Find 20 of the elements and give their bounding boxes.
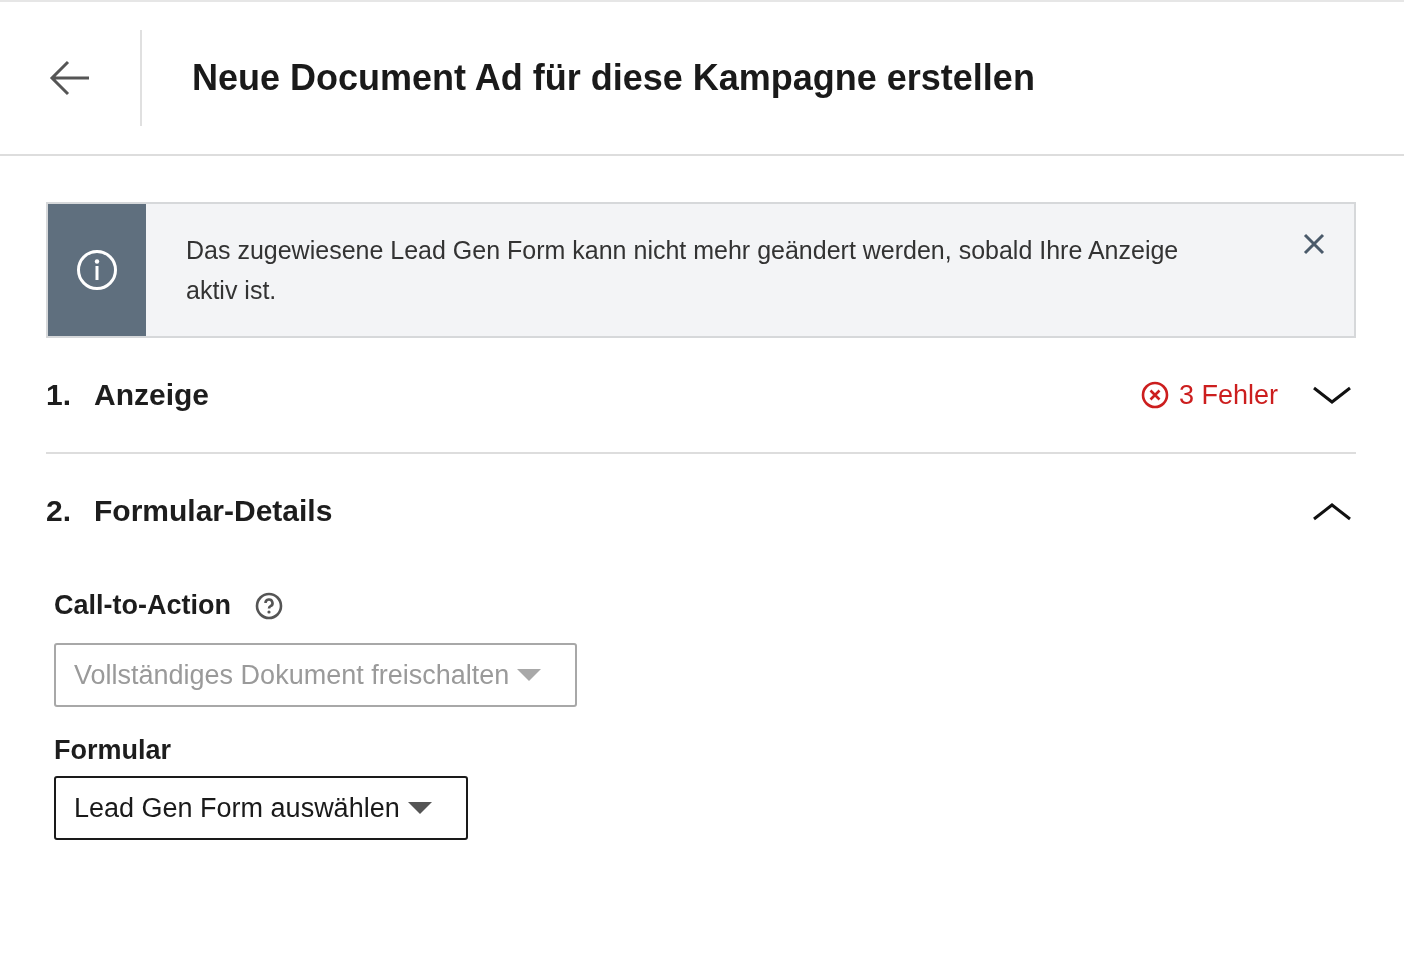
dropdown[interactable]: Lead Gen Form auswählen [54,776,468,840]
chevron-up-icon[interactable] [1312,500,1352,522]
error-icon [1140,381,1169,409]
banner-message: Das zugewiesene Lead Gen Form kann nicht mehr geändert werden, sobald Ihre Anzeige aktiv ist. [185,235,1180,306]
section-title: Formular-Details [94,494,334,528]
caret-icon [517,669,542,681]
back-arrow-icon [49,60,91,96]
section-number: 1. [46,378,73,412]
section-header[interactable]: 1. Anzeige 3 Fehler [46,338,1356,452]
section-title: Anzeige [94,378,211,412]
page-title: Neue Document Ad für diese Kampagne erstellen [192,57,1035,99]
section-number: 2. [46,494,73,528]
caret-icon [407,802,432,814]
close-icon [1302,232,1326,256]
error-count: 3 Fehler [1178,379,1278,411]
field-label: Formular [54,735,172,766]
field-label: Call-to-Action [54,590,231,621]
chevron-down-icon[interactable] [1312,384,1352,406]
section-header[interactable]: 2. Formular-Details [46,454,1356,568]
info-icon [76,249,118,291]
